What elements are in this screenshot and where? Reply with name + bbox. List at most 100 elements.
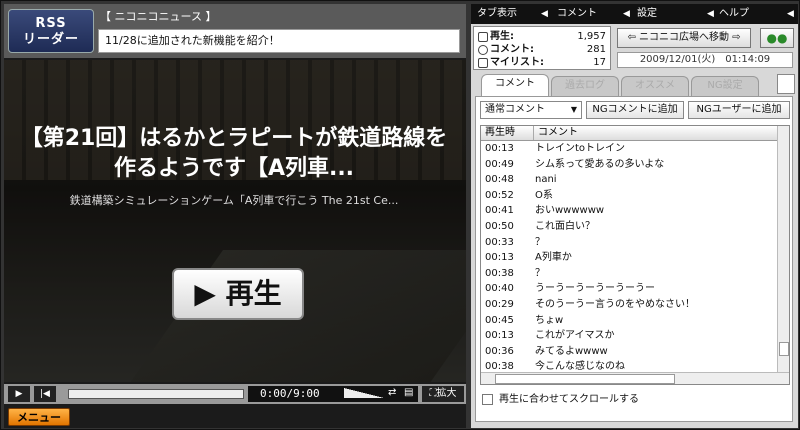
play-icon[interactable]: ▶ [8,386,30,402]
datetime-display: 2009/12/01(火) 01:14:09 [617,52,793,68]
comment-content: 通常コメント ▼ NGコメントに追加 NGユーザーに追加 再生時 コメント 00… [475,96,793,422]
comment-list-header: 再生時 コメント [481,126,777,141]
comment-text: ちょw [535,314,564,326]
comment-row[interactable]: 00:13 A列車か [481,250,777,266]
seek-bar[interactable] [68,389,244,399]
plaza-icon-right: ⇨ [729,32,741,43]
comment-row[interactable]: 00:36 みてるよwwww [481,344,777,360]
tab-comment[interactable]: コメント [481,74,549,96]
chevron-left-icon: ◀ [707,9,714,19]
comment-time: 00:41 [485,205,514,217]
ng-comment-button[interactable]: NGコメントに追加 [586,101,684,119]
col-time-header[interactable]: 再生時 [485,126,515,140]
comment-panel: タブ表示 ◀ コメント ◀ 設定 ◀ ヘルプ ◀ 再生: 1,957 コメント:… [471,4,798,428]
comment-text: トレインtoトレイン [535,143,626,154]
play-count-icon [478,32,488,42]
expand-label: 拡大 [436,388,457,399]
player-controls: ▶ |◀ 0:00/9:00 ⇄ ▤ ⛶拡大 [4,384,466,404]
menu-tab-display[interactable]: タブ表示 [477,7,517,21]
duration-time: 9:00 [293,387,320,400]
vertical-scrollbar[interactable] [777,126,789,372]
expand-button[interactable]: ⛶拡大 [422,386,464,402]
mylist-icon [478,58,488,68]
comment-count-icon [478,45,488,55]
comment-row[interactable]: 00:41 おいwwwwww [481,203,777,219]
users-button[interactable]: ●● [760,28,794,48]
comment-row[interactable]: 00:50 これ面白い？ [481,219,777,235]
auto-scroll-checkbox[interactable] [482,393,493,405]
col-comment-header[interactable]: コメント [533,126,578,140]
repeat-icon[interactable]: ⇄ [388,387,396,398]
users-icon: ●● [766,31,788,45]
video-stats: 再生: 1,957 コメント: 281 マイリスト: 17 [473,26,611,70]
chevron-left-icon: ◀ [787,9,794,19]
volume-slider[interactable] [344,388,384,398]
comment-row[interactable]: 00:40 うーうーうーうーうーうー [481,281,777,297]
comment-tabs: コメント 過去ログ オススメ NG設定 [471,72,798,96]
news-headline[interactable]: 11/28に追加された新機能を紹介！ [98,29,460,53]
comment-row[interactable]: 00:52 O系 [481,188,777,204]
menu-settings[interactable]: 設定 [637,7,657,21]
comment-time: 00:49 [485,158,514,170]
comment-row[interactable]: 00:13 これがアイマスか [481,328,777,344]
comment-toggle-icon[interactable]: ▤ [404,387,413,398]
comment-type-select[interactable]: 通常コメント ▼ [480,101,582,119]
tab-recommend[interactable]: オススメ [621,76,689,96]
video-overlay [4,60,466,382]
comment-text: うーうーうーうーうーうー [535,283,655,295]
ng-user-button[interactable]: NGユーザーに追加 [688,101,790,119]
video-subtitle: 鉄道構築シミュレーションゲーム「A列車で行こう The 21st Ce... [69,194,399,207]
play-button[interactable]: ▶ 再生 [172,268,304,320]
comment-time: 00:40 [485,283,514,295]
video-screen[interactable]: 【第21回】はるかとラピートが鉄道路線を作るようです【A列車... 鉄道構築シミ… [4,60,466,382]
comment-list: 再生時 コメント 00:13 トレインtoトレイン 00:49 シム系って愛あるの多い… [480,125,790,385]
comment-text: そのうーうー言うのをやめなさい！ [535,298,695,310]
logo-line2: リーダー [22,32,79,47]
app-window: RSS リーダー 【 ニコニコニュース 】 11/28に追加された新機能を紹介！… [0,0,800,430]
comment-time: 00:52 [485,189,514,201]
horizontal-scrollbar[interactable] [481,372,789,384]
stat-mylist: マイリスト: 17 [478,56,608,70]
comment-text: O系 [535,189,553,201]
comment-row[interactable]: 00:48 nani [481,172,777,188]
comment-row[interactable]: 00:49 シム系って愛あるの多いよな [481,157,777,173]
rss-reader-logo[interactable]: RSS リーダー [8,9,94,53]
comment-text: これ面白い？ [535,220,595,232]
comment-row[interactable]: 00:33 ？ [481,235,777,251]
tab-history[interactable]: 過去ログ [551,76,619,96]
top-menu-bar: タブ表示 ◀ コメント ◀ 設定 ◀ ヘルプ ◀ [471,4,798,24]
channel-title: 【 ニコニコニュース 】 [100,10,217,23]
chevron-down-icon: ▼ [570,105,577,114]
comment-time: 00:48 [485,174,514,186]
tab-ng-settings[interactable]: NG設定 [691,76,759,96]
comment-row[interactable]: 00:45 ちょw [481,313,777,329]
menu-button[interactable]: メニュー [8,408,70,426]
comment-rows: 00:13 トレインtoトレイン 00:49 シム系って愛あるの多いよな 00:48 na… [481,141,777,375]
comment-text: シム系って愛あるの多いよな [535,158,665,170]
logo-line1: RSS [35,16,67,31]
current-time: 0:00/ [260,387,294,400]
comment-time: 00:50 [485,220,514,232]
rewind-icon[interactable]: |◀ [34,386,56,402]
comment-text: ？ [535,267,545,279]
menu-help[interactable]: ヘルプ [719,7,749,21]
chevron-left-icon: ◀ [623,9,630,19]
stat-play: 再生: 1,957 [478,30,608,44]
auto-scroll-option[interactable]: 再生に合わせてスクロールする [482,393,639,407]
comment-text: nani [535,174,557,186]
comment-time: 00:45 [485,314,514,326]
menu-comment[interactable]: コメント [557,7,597,21]
list-view-icon[interactable] [777,74,795,94]
vertical-scroll-thumb[interactable] [779,342,789,356]
comment-text: おいwwwwww [535,205,605,217]
plaza-button[interactable]: ⇦ ニコニコ広場へ移動 ⇨ [617,28,751,48]
player-panel: RSS リーダー 【 ニコニコニュース 】 11/28に追加された新機能を紹介！… [4,4,466,428]
comment-text: ？ [535,236,545,248]
stat-comment: コメント: 281 [478,43,608,57]
comment-row[interactable]: 00:29 そのうーうー言うのをやめなさい！ [481,297,777,313]
comment-row[interactable]: 00:38 ？ [481,266,777,282]
comment-time: 00:36 [485,345,514,357]
comment-time: 00:38 [485,267,514,279]
horizontal-scroll-thumb[interactable] [495,374,675,384]
comment-row[interactable]: 00:13 トレインtoトレイン [481,141,777,157]
